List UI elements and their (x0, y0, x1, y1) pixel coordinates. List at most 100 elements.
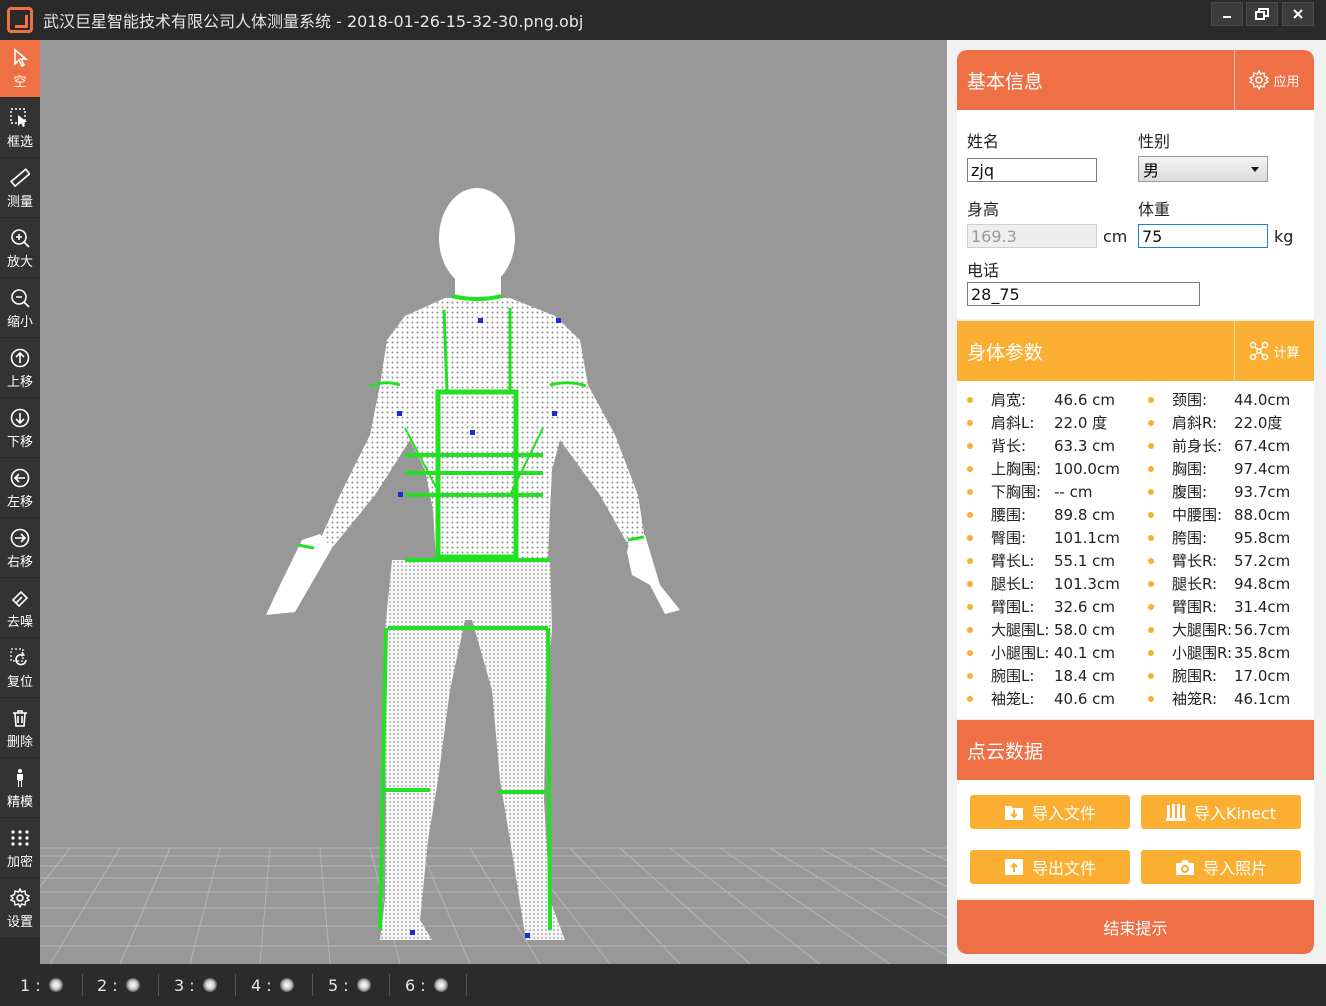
param-value: 58.0 cm (1054, 620, 1116, 639)
slot-3[interactable]: 3 : (174, 964, 217, 1006)
status-light-icon (279, 978, 294, 992)
tool-move-left[interactable]: 左移 (0, 460, 40, 518)
close-button[interactable] (1282, 2, 1314, 26)
param-name: 肩宽: (991, 391, 1027, 409)
slot-4[interactable]: 4 : (251, 964, 294, 1006)
tool-denoise[interactable]: 去噪 (0, 580, 40, 638)
param-name: 大腿围L: (991, 621, 1050, 639)
param-value: -- cm (1054, 482, 1093, 501)
param-item: 肩宽: 46.6 cm (967, 388, 1137, 411)
param-item: 腹围: 93.7cm (1148, 480, 1314, 503)
param-name: 胯围: (1172, 529, 1208, 547)
param-value: 67.4cm (1234, 436, 1291, 455)
param-value: 97.4cm (1234, 459, 1291, 478)
bullet-dot-icon (967, 603, 973, 610)
tool-move-up[interactable]: 上移 (0, 340, 40, 398)
phone-label: 电话 (967, 261, 1000, 280)
ruler-icon (9, 167, 31, 189)
minimize-button[interactable] (1211, 2, 1243, 26)
body-params-header: 身体参数 计算 (957, 321, 1314, 381)
bullet-dot-icon (1148, 511, 1154, 518)
slot-divider (389, 974, 390, 996)
param-item: 大腿围R: 56.7cm (1148, 618, 1314, 641)
import-photo-button[interactable]: 导入照片 (1141, 850, 1301, 884)
param-name: 臂围L: (991, 598, 1035, 616)
param-value: 57.2cm (1234, 551, 1291, 570)
param-value: 18.4 cm (1054, 666, 1116, 685)
tool-densify[interactable]: 加密 (0, 820, 40, 878)
bullet-dot-icon (1148, 695, 1154, 702)
tool-move-right[interactable]: 右移 (0, 520, 40, 578)
slot-divider (235, 974, 236, 996)
slot-5[interactable]: 5 : (328, 964, 371, 1006)
param-value: 40.6 cm (1054, 689, 1116, 708)
param-name: 腕围R: (1172, 667, 1218, 685)
tool-box-select[interactable]: 框选 (0, 100, 40, 158)
export-file-button[interactable]: 导出文件 (970, 850, 1130, 884)
basic-info-title: 基本信息 (967, 70, 1044, 93)
tool-select[interactable]: 空 (0, 40, 40, 98)
phone-field[interactable]: 28_75 (967, 282, 1200, 306)
title-bar: 武汉巨星智能技术有限公司人体测量系统 - 2018-01-26-15-32-30… (0, 0, 1326, 40)
tool-delete[interactable]: 删除 (0, 700, 40, 758)
calculate-button[interactable]: 计算 (1234, 321, 1314, 381)
tool-measure[interactable]: 测量 (0, 160, 40, 218)
height-field[interactable]: 169.3 (967, 224, 1097, 248)
3d-viewport[interactable] (40, 40, 947, 964)
param-value: 40.1 cm (1054, 643, 1116, 662)
param-item: 大腿围L: 58.0 cm (967, 618, 1137, 641)
human-icon (9, 767, 31, 789)
tool-settings[interactable]: 设置 (0, 880, 40, 938)
bullet-dot-icon (1148, 488, 1154, 495)
name-field[interactable]: zjq (967, 158, 1097, 182)
gear-icon (1249, 70, 1270, 90)
point-cloud-header: 点云数据 (957, 720, 1314, 780)
param-item: 腕围R: 17.0cm (1148, 664, 1314, 687)
pointer-icon (9, 47, 31, 69)
param-value: 17.0cm (1234, 666, 1291, 685)
close-icon (1293, 9, 1303, 19)
gender-select[interactable]: 男 (1138, 156, 1268, 182)
tool-reset[interactable]: 复位 (0, 640, 40, 698)
bullet-dot-icon (1148, 580, 1154, 587)
status-light-icon (433, 978, 448, 992)
folder-import-icon (1004, 806, 1023, 820)
tool-move-down[interactable]: 下移 (0, 400, 40, 458)
bullet-dot-icon (967, 695, 973, 702)
weight-unit: kg (1274, 227, 1294, 246)
import-file-button[interactable]: 导入文件 (970, 795, 1130, 829)
tool-zoom-out[interactable]: 缩小 (0, 280, 40, 338)
point-cloud-scene (40, 188, 947, 964)
slot-divider (466, 974, 467, 996)
bullet-dot-icon (1148, 649, 1154, 656)
app-logo-icon (7, 7, 33, 33)
apply-button[interactable]: 应用 (1234, 50, 1314, 110)
network-icon (1250, 341, 1269, 361)
height-label: 身高 (967, 200, 1000, 219)
bullet-dot-icon (967, 488, 973, 495)
param-name: 肩斜R: (1172, 414, 1218, 432)
slot-6[interactable]: 6 : (405, 964, 448, 1006)
bullet-dot-icon (1148, 672, 1154, 679)
restore-button[interactable] (1246, 2, 1278, 26)
weight-field[interactable]: 75 (1138, 224, 1268, 248)
param-item: 中腰围: 88.0cm (1148, 503, 1314, 526)
arrow-up-icon (9, 347, 31, 369)
status-light-icon (202, 978, 217, 992)
param-item: 下胸围: -- cm (967, 480, 1137, 503)
slot-1[interactable]: 1 : (20, 964, 63, 1006)
param-name: 颈围: (1172, 391, 1208, 409)
slot-2[interactable]: 2 : (97, 964, 140, 1006)
bullet-dot-icon (1148, 419, 1154, 426)
param-value: 46.6 cm (1054, 390, 1116, 409)
name-label: 姓名 (967, 132, 1000, 151)
tool-fine-model[interactable]: 精模 (0, 760, 40, 818)
tool-zoom-in[interactable]: 放大 (0, 220, 40, 278)
param-name: 臂围R: (1172, 598, 1218, 616)
param-name: 腹围: (1172, 483, 1208, 501)
status-light-icon (356, 978, 371, 992)
arrow-left-icon (9, 467, 31, 489)
param-name: 臂长R: (1172, 552, 1218, 570)
import-kinect-button[interactable]: 导入Kinect (1141, 795, 1301, 829)
finish-prompt-button[interactable]: 结束提示 (957, 900, 1314, 954)
